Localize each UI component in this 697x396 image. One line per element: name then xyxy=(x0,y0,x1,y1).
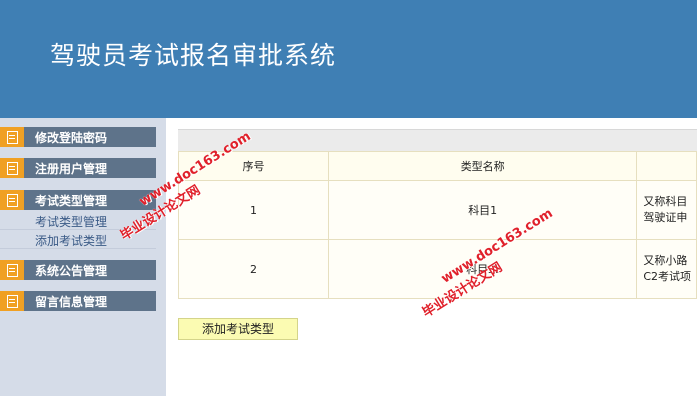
sidebar-item-label: 考试类型管理 xyxy=(35,194,108,208)
cell-description: 又称科目 驾驶证申 xyxy=(636,180,697,240)
column-header-type-name: 类型名称 xyxy=(328,151,638,181)
divider xyxy=(0,248,156,249)
document-icon xyxy=(0,260,24,280)
column-header-description xyxy=(636,151,697,181)
document-icon xyxy=(0,127,24,147)
document-icon xyxy=(0,190,24,210)
description-line: 又称科目 xyxy=(643,195,688,208)
sidebar-subitem-exam-type-list[interactable]: 考试类型管理 xyxy=(35,213,107,230)
sidebar-item-label: 系统公告管理 xyxy=(35,264,108,278)
cell-type-name: 科目1 xyxy=(328,180,638,240)
table-row[interactable]: 1 科目1 又称科目 驾驶证申 xyxy=(177,180,697,240)
sidebar-subitem-add-exam-type[interactable]: 添加考试类型 xyxy=(35,232,107,249)
description-line: C2考试项 xyxy=(643,270,692,283)
add-exam-type-button[interactable]: 添加考试类型 xyxy=(178,318,298,340)
app-header: 驾驶员考试报名审批系统 xyxy=(0,0,697,118)
page-title: 驾驶员考试报名审批系统 xyxy=(50,41,337,70)
sidebar-item-announcement-management[interactable]: 系统公告管理 xyxy=(0,260,156,280)
cell-index: 2 xyxy=(177,239,330,299)
sidebar-item-label: 修改登陆密码 xyxy=(35,131,108,145)
sidebar-item-message-management[interactable]: 留言信息管理 xyxy=(0,291,156,311)
sidebar-item-label: 留言信息管理 xyxy=(35,295,108,309)
description-line: 又称小路 xyxy=(643,254,688,267)
document-icon xyxy=(0,158,24,178)
sidebar-item-change-password[interactable]: 修改登陆密码 xyxy=(0,127,156,147)
description-line: 驾驶证申 xyxy=(643,211,688,224)
document-icon xyxy=(0,291,24,311)
cell-description: 又称小路 C2考试项 xyxy=(636,239,697,299)
sidebar-item-label: 注册用户管理 xyxy=(35,162,108,176)
sidebar: 修改登陆密码 注册用户管理 考试类型管理 考试类型管理 添加考试类型 系统公告管… xyxy=(0,118,166,396)
sidebar-item-user-management[interactable]: 注册用户管理 xyxy=(0,158,156,178)
